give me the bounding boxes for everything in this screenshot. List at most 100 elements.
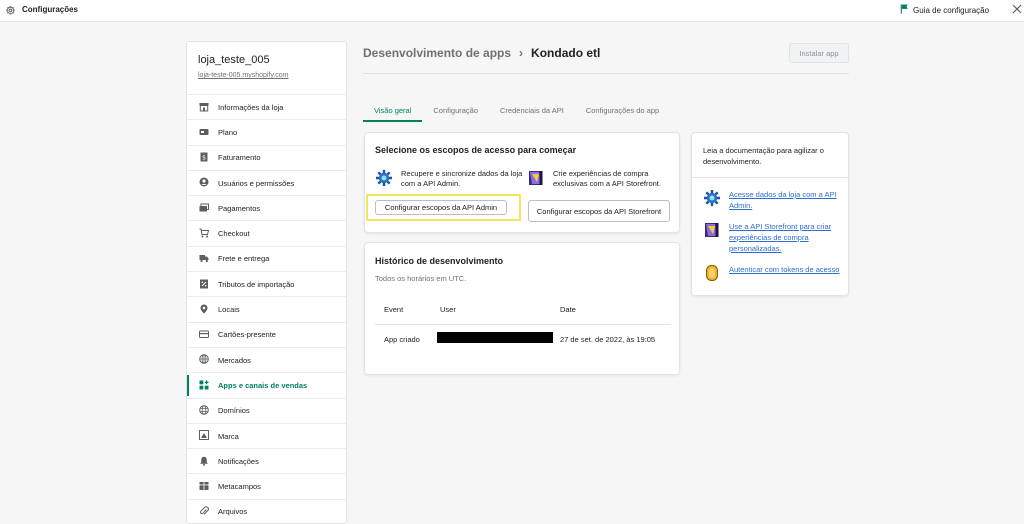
sidebar-item-gift-cards[interactable]: Cartões-presente — [187, 321, 346, 347]
sidebar-item-label: Usuários e permissões — [218, 178, 295, 188]
redacted-user-cell — [437, 332, 553, 343]
payments-icon — [198, 202, 209, 213]
sidebar-item-label: Arquivos — [218, 507, 248, 517]
tab-api-credentials[interactable]: Credenciais da API — [489, 98, 575, 122]
token-icon — [703, 264, 721, 282]
sidebar-item-label: Cartões-presente — [218, 330, 276, 340]
gift-card-icon — [198, 329, 209, 340]
tab-overview[interactable]: Visão geral — [363, 98, 423, 122]
sidebar-item-billing[interactable]: $ Faturamento — [187, 144, 346, 170]
install-app-button[interactable]: Instalar app — [789, 43, 849, 63]
highlight-box — [366, 194, 521, 221]
breadcrumb-parent-link[interactable]: Desenvolvimento de apps — [363, 46, 511, 60]
admin-api-icon — [375, 169, 393, 187]
doc-link-label[interactable]: Acesse dados da loja com a API Admin. — [729, 189, 843, 211]
sidebar-item-shipping[interactable]: Frete e entrega — [187, 245, 346, 271]
tab-configuration[interactable]: Configuração — [422, 98, 489, 122]
configure-storefront-scopes-button[interactable]: Configurar escopos da API Storefront — [528, 200, 670, 222]
store-icon — [198, 101, 209, 112]
sidebar-item-label: Locais — [218, 305, 240, 315]
sidebar-item-files[interactable]: Arquivos — [187, 498, 346, 523]
history-card-title: Histórico de desenvolvimento — [375, 256, 504, 266]
documentation-card: Leia a documentação para agilizar o dese… — [691, 132, 850, 296]
doc-link-label[interactable]: Autenticar com tokens de acesso — [729, 264, 839, 282]
sidebar-item-label: Frete e entrega — [218, 254, 270, 264]
table-divider — [375, 324, 671, 325]
header-divider — [363, 73, 849, 74]
flag-icon — [900, 4, 909, 16]
doc-link-label[interactable]: Use a API Storefront para criar experiên… — [729, 221, 843, 254]
column-header-user: User — [440, 305, 456, 314]
close-icon[interactable] — [1011, 2, 1023, 16]
store-name: loja_teste_005 — [198, 54, 270, 66]
sidebar-item-apps[interactable]: Apps e canais de vendas — [187, 372, 346, 397]
scopes-card-title: Selecione os escopos de acesso para come… — [375, 145, 577, 155]
sidebar-item-markets[interactable]: Mercados — [187, 346, 346, 372]
storefront-api-icon — [527, 169, 545, 187]
sidebar-item-brand[interactable]: Marca — [187, 422, 346, 448]
domain-icon — [198, 405, 209, 416]
location-icon — [198, 303, 209, 314]
breadcrumb: Desenvolvimento de apps › Kondado etl — [363, 46, 600, 60]
column-header-date: Date — [560, 305, 576, 314]
sidebar-item-label: Mercados — [218, 355, 251, 365]
setup-guide-link[interactable]: Guia de configuração — [900, 3, 989, 17]
page-title: Configurações — [22, 5, 79, 14]
svg-text:$: $ — [202, 155, 206, 162]
doc-link-access-tokens[interactable]: Autenticar com tokens de acesso — [703, 264, 843, 282]
sidebar-item-checkout[interactable]: Checkout — [187, 220, 346, 245]
billing-icon: $ — [198, 152, 209, 163]
store-url-link[interactable]: loja-teste-005.myshopify.com — [198, 72, 289, 79]
sidebar-item-label: Marca — [218, 431, 239, 441]
doc-link-admin-api[interactable]: Acesse dados da loja com a API Admin. — [703, 189, 843, 211]
setup-guide-label: Guia de configuração — [913, 5, 990, 15]
truck-icon — [198, 253, 209, 264]
admin-api-description: Recupere e sincronize dados da loja com … — [375, 169, 525, 189]
brand-icon — [198, 430, 209, 441]
storefront-api-icon — [703, 221, 721, 239]
sidebar-item-label: Domínios — [218, 406, 250, 416]
top-bar: Configurações Guia de configuração — [0, 0, 1024, 22]
sidebar-item-users[interactable]: Usuários e permissões — [187, 169, 346, 195]
plan-icon — [198, 126, 209, 137]
sidebar-item-label: Notificações — [218, 456, 259, 466]
history-event-cell: App criado — [384, 335, 420, 344]
app-tabs: Visão geral Configuração Credenciais da … — [363, 98, 670, 122]
docs-intro-text: Leia a documentação para agilizar o dese… — [703, 146, 824, 166]
tab-app-settings[interactable]: Configurações do app — [575, 98, 670, 122]
tax-icon — [198, 278, 209, 289]
bell-icon — [198, 455, 209, 466]
admin-api-icon — [703, 189, 721, 207]
user-icon — [198, 177, 209, 188]
sidebar-item-label: Apps e canais de vendas — [218, 380, 308, 390]
settings-sidebar: loja_teste_005 loja-teste-005.myshopify.… — [186, 41, 347, 524]
column-header-event: Event — [384, 305, 404, 314]
sidebar-item-label: Faturamento — [218, 153, 261, 163]
sidebar-item-metafields[interactable]: Metacampos — [187, 473, 346, 498]
app-name-title: Kondado etl — [531, 46, 601, 60]
sidebar-item-store-details[interactable]: Informações da loja — [187, 94, 346, 119]
cart-icon — [198, 227, 209, 238]
metafields-icon — [198, 480, 209, 491]
sidebar-item-label: Plano — [218, 127, 238, 137]
admin-api-text: Recupere e sincronize dados da loja com … — [401, 169, 523, 188]
sidebar-item-locations[interactable]: Locais — [187, 296, 346, 321]
sidebar-item-domains[interactable]: Domínios — [187, 397, 346, 423]
sidebar-item-duties[interactable]: Tributos de importação — [187, 271, 346, 296]
settings-nav: Informações da loja Plano $ Faturamento … — [187, 94, 346, 523]
storefront-api-description: Crie experiências de compra exclusivas c… — [527, 169, 677, 189]
sidebar-item-payments[interactable]: Pagamentos — [187, 195, 346, 220]
apps-icon — [198, 379, 209, 390]
globe-icon — [198, 354, 209, 365]
sidebar-item-notifications[interactable]: Notificações — [187, 448, 346, 473]
development-history-card: Histórico de desenvolvimento Todos os ho… — [364, 242, 680, 375]
history-timezone-note: Todos os horários em UTC. — [375, 274, 467, 283]
sidebar-item-label: Checkout — [218, 229, 250, 239]
docs-divider — [692, 177, 850, 178]
attachment-icon — [198, 506, 209, 517]
sidebar-item-label: Tributos de importação — [218, 279, 295, 289]
gear-icon — [4, 3, 16, 17]
doc-link-storefront-api[interactable]: Use a API Storefront para criar experiên… — [703, 221, 843, 254]
sidebar-item-plan[interactable]: Plano — [187, 119, 346, 144]
breadcrumb-separator: › — [519, 46, 524, 60]
